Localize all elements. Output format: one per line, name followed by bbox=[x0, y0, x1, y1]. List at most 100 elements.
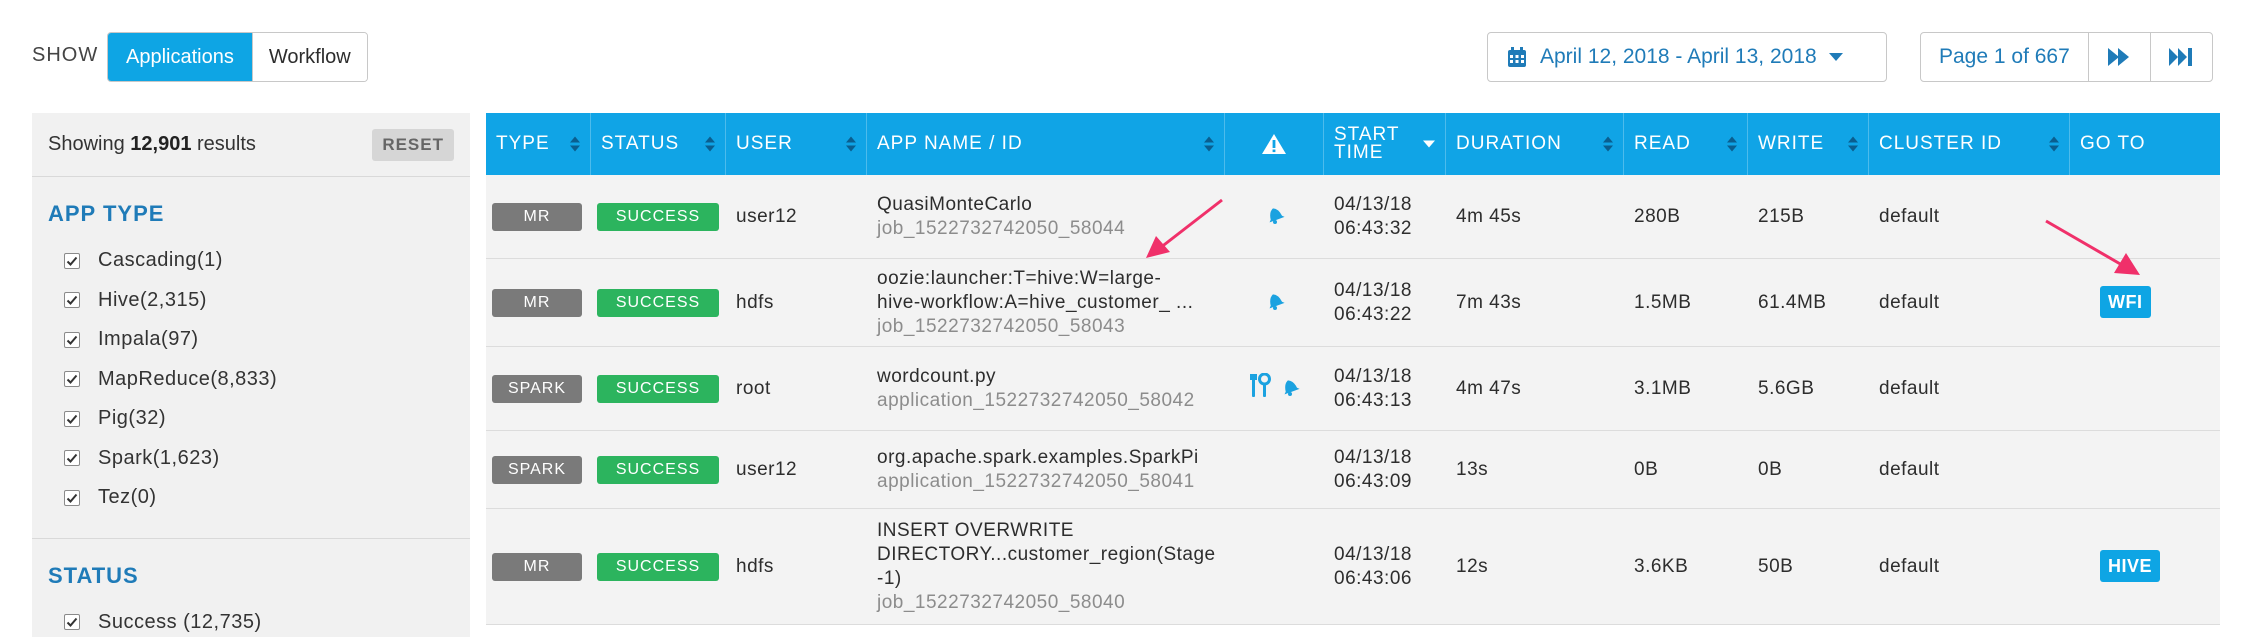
status-checkbox[interactable] bbox=[64, 614, 80, 631]
table-cell: hdfs bbox=[726, 292, 867, 314]
app-id[interactable]: job_1522732742050_58043 bbox=[877, 315, 1225, 339]
app-type-checkbox[interactable] bbox=[64, 252, 80, 269]
app-name[interactable]: oozie:launcher:T=hive:W=large- bbox=[877, 267, 1225, 291]
table-row[interactable]: MR SUCCESS hdfs INSERT OVERWRITE DIRECTORY..… bbox=[486, 509, 2220, 625]
applications-toggle-button[interactable]: Applications bbox=[108, 33, 252, 81]
app-type-checkbox[interactable] bbox=[64, 450, 80, 467]
user-name: hdfs bbox=[736, 555, 774, 577]
goto-wfi-button[interactable]: WFI bbox=[2100, 285, 2151, 318]
app-name[interactable]: org.apache.spark.examples.SparkPi bbox=[877, 446, 1225, 470]
column-header[interactable]: START TIME bbox=[1324, 113, 1446, 175]
cluster-id: default bbox=[1879, 458, 1940, 480]
table-row[interactable]: SPARK SUCCESS root wordcount.py application_… bbox=[486, 347, 2220, 431]
table-cell: user12 bbox=[726, 459, 867, 481]
app-id[interactable]: application_1522732742050_58042 bbox=[877, 389, 1225, 413]
column-header[interactable]: APP NAME / ID bbox=[867, 113, 1225, 175]
filter-option[interactable]: Spark(1,623) bbox=[48, 439, 454, 479]
table-cell: org.apache.spark.examples.SparkPi applica… bbox=[867, 446, 1225, 494]
sort-icon bbox=[1204, 136, 1214, 152]
filter-option[interactable]: Tez(0) bbox=[48, 478, 454, 518]
filter-option[interactable]: Impala(97) bbox=[48, 320, 454, 360]
column-header[interactable]: TYPE bbox=[486, 113, 591, 175]
start-clock: 06:43:13 bbox=[1334, 389, 1412, 411]
table-cell: WFI bbox=[2070, 285, 2220, 318]
calendar-icon bbox=[1508, 47, 1526, 67]
start-time: 04/13/18 06:43:32 bbox=[1334, 193, 1446, 241]
workflow-toggle-button[interactable]: Workflow bbox=[251, 33, 367, 81]
filter-option[interactable]: Cascading(1) bbox=[48, 241, 454, 281]
table-cell: 04/13/18 06:43:22 bbox=[1324, 279, 1446, 327]
column-header[interactable] bbox=[1225, 113, 1324, 175]
sort-icon bbox=[1727, 136, 1737, 152]
user-name: hdfs bbox=[736, 291, 774, 313]
bell-icon[interactable] bbox=[1264, 203, 1286, 231]
bell-icon[interactable] bbox=[1279, 375, 1301, 403]
column-header[interactable]: WRITE bbox=[1748, 113, 1869, 175]
app-name-cell[interactable]: QuasiMonteCarlo job_1522732742050_58044 bbox=[877, 193, 1225, 241]
table-cell bbox=[1225, 289, 1324, 317]
column-header-label: WRITE bbox=[1758, 133, 1825, 154]
app-id[interactable]: job_1522732742050_58040 bbox=[877, 591, 1225, 615]
bell-icon[interactable] bbox=[1264, 289, 1286, 317]
column-header[interactable]: GO TO bbox=[2070, 113, 2220, 175]
status-title: STATUS bbox=[48, 562, 139, 588]
app-name-cell[interactable]: oozie:launcher:T=hive:W=large-hive-workf… bbox=[877, 267, 1225, 339]
filter-option[interactable]: MapReduce(8,833) bbox=[48, 360, 454, 400]
start-time: 04/13/18 06:43:09 bbox=[1334, 446, 1446, 494]
table-row[interactable]: MR SUCCESS hdfs oozie:launcher:T=hive:W=lar… bbox=[486, 259, 2220, 347]
status-filter: STATUS Success (12,735) bbox=[32, 563, 470, 637]
app-id[interactable]: job_1522732742050_58044 bbox=[877, 217, 1225, 241]
app-name-cell[interactable]: wordcount.py application_1522732742050_58… bbox=[877, 365, 1225, 413]
column-header[interactable]: STATUS bbox=[591, 113, 726, 175]
app-type-checkbox[interactable] bbox=[64, 489, 80, 506]
table-cell: SPARK bbox=[486, 455, 591, 484]
app-name[interactable]: QuasiMonteCarlo bbox=[877, 193, 1225, 217]
column-header[interactable]: READ bbox=[1624, 113, 1748, 175]
duration: 4m 47s bbox=[1456, 377, 1522, 399]
column-header-label: CLUSTER ID bbox=[1879, 133, 2002, 154]
app-type-checkbox[interactable] bbox=[64, 371, 80, 388]
column-header[interactable]: CLUSTER ID bbox=[1869, 113, 2070, 175]
table-row[interactable]: MR SUCCESS user12 QuasiMonteCarlo job_152273… bbox=[486, 175, 2220, 259]
app-name-cell[interactable]: org.apache.spark.examples.SparkPi applica… bbox=[877, 446, 1225, 494]
filter-option-label: Success (12,735) bbox=[98, 610, 262, 633]
table-cell: 04/13/18 06:43:13 bbox=[1324, 365, 1446, 413]
filter-option[interactable]: Success (12,735) bbox=[48, 603, 454, 637]
app-name[interactable]: hive-workflow:A=hive_customer_ ... bbox=[877, 291, 1225, 315]
app-id[interactable]: application_1522732742050_58041 bbox=[877, 470, 1225, 494]
sort-icon bbox=[2049, 136, 2059, 152]
app-name[interactable]: wordcount.py bbox=[877, 365, 1225, 389]
filter-option[interactable]: Hive(2,315) bbox=[48, 281, 454, 321]
next-page-button[interactable] bbox=[2087, 33, 2150, 81]
goto-hive-button[interactable]: HIVE bbox=[2100, 549, 2161, 582]
table-cell: 04/13/18 06:43:32 bbox=[1324, 193, 1446, 241]
status-badge: SUCCESS bbox=[597, 374, 719, 403]
app-name-cell[interactable]: INSERT OVERWRITE DIRECTORY...customer_reg… bbox=[877, 519, 1225, 615]
showing-prefix: Showing bbox=[48, 133, 125, 155]
filter-option[interactable]: Pig(32) bbox=[48, 399, 454, 439]
column-header[interactable]: USER bbox=[726, 113, 867, 175]
app-type-checkbox[interactable] bbox=[64, 292, 80, 309]
start-date: 04/13/18 bbox=[1334, 193, 1412, 215]
date-range-picker[interactable]: April 12, 2018 - April 13, 2018 bbox=[1487, 32, 1887, 82]
app-name[interactable]: INSERT OVERWRITE bbox=[877, 519, 1225, 543]
column-header[interactable]: DURATION bbox=[1446, 113, 1624, 175]
table-row[interactable]: SPARK SUCCESS user12 org.apache.spark.examp… bbox=[486, 431, 2220, 509]
app-name[interactable]: -1) bbox=[877, 567, 1225, 591]
app-type-checkbox[interactable] bbox=[64, 331, 80, 348]
table-cell: MR bbox=[486, 552, 591, 581]
app-type-checkbox[interactable] bbox=[64, 410, 80, 427]
filter-option-label: Tez(0) bbox=[98, 486, 157, 509]
start-date: 04/13/18 bbox=[1334, 279, 1412, 301]
table-cell: hdfs bbox=[726, 556, 867, 578]
table-cell: oozie:launcher:T=hive:W=large-hive-workf… bbox=[867, 267, 1225, 339]
tools-icon[interactable] bbox=[1249, 372, 1271, 405]
chevron-down-icon bbox=[1828, 53, 1843, 61]
filter-option-label: Hive(2,315) bbox=[98, 288, 207, 311]
start-clock: 06:43:32 bbox=[1334, 217, 1412, 239]
start-time: 04/13/18 06:43:13 bbox=[1334, 365, 1446, 413]
table-cell: 61.4MB bbox=[1748, 292, 1869, 314]
last-page-button[interactable] bbox=[2149, 33, 2212, 81]
app-name[interactable]: DIRECTORY...customer_region(Stage bbox=[877, 543, 1225, 567]
reset-button[interactable]: RESET bbox=[372, 128, 454, 161]
